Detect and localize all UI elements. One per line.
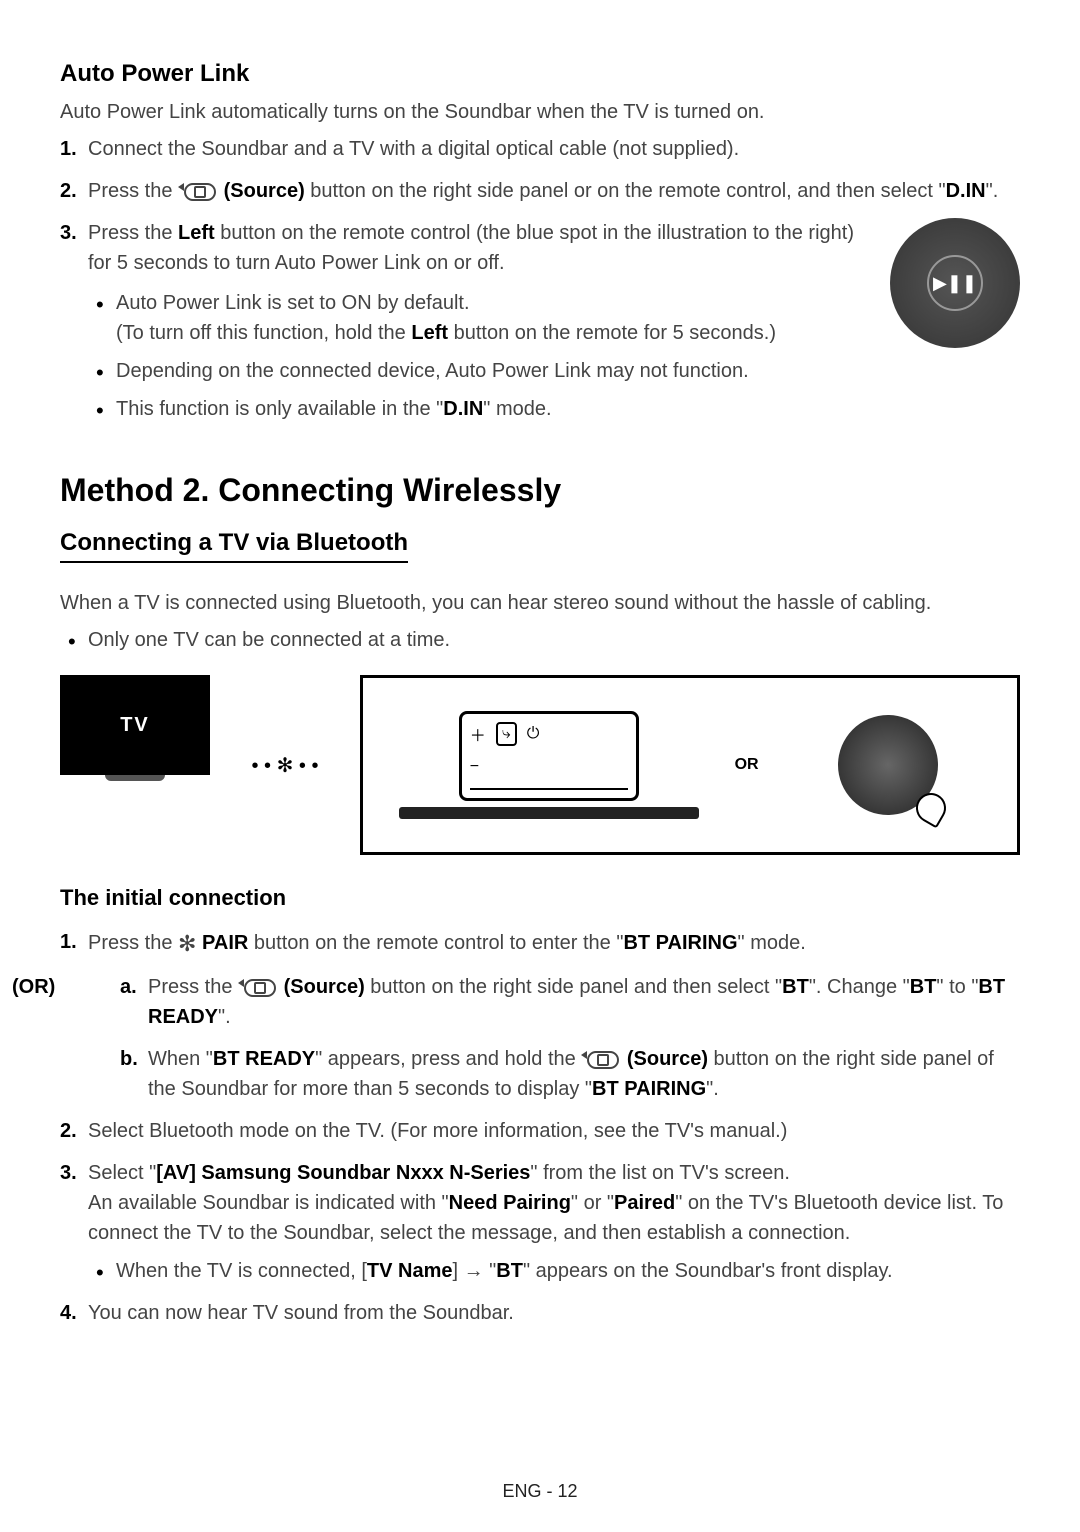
play-pause-icon: ▶❚❚ — [927, 255, 983, 311]
apl-step-2-source: (Source) — [224, 180, 305, 202]
soundbar-box: ＋ ⤷ ⏻ − OR — [360, 675, 1020, 855]
init-a-d: " to " — [936, 976, 978, 998]
init-step-1c: " mode. — [738, 932, 806, 954]
init-step-3-bc: " appears on the Soundbar's front displa… — [523, 1260, 893, 1282]
init-step-1: 1. Press the ✻ PAIR button on the remote… — [88, 927, 1020, 960]
remote-disc-illustration: ▶❚❚ — [890, 218, 1020, 348]
init-a-c: ". Change " — [809, 976, 910, 998]
soundbar-illustration: ＋ ⤷ ⏻ − — [379, 711, 719, 819]
apl-bullet-3b: " mode. — [483, 398, 551, 420]
apl-bullet-1b-a: (To turn off this function, hold the — [116, 322, 411, 344]
apl-step-3-left: Left — [178, 222, 215, 244]
init-a-e: ". — [218, 1006, 231, 1028]
bluetooth-icon: ✻ — [178, 931, 196, 956]
init-a-bt2: BT — [910, 976, 937, 998]
init-step-3d: " or " — [571, 1192, 614, 1214]
tv-illustration: TV — [60, 675, 210, 855]
init-step-3-ba: When the TV is connected, [ — [116, 1260, 367, 1282]
power-icon: ⏻ — [527, 725, 540, 743]
apl-step-2: 2. Press the (Source) button on the righ… — [88, 176, 1020, 206]
or-label: OR — [735, 756, 759, 774]
init-step-3c: An available Soundbar is indicated with … — [88, 1192, 449, 1214]
apl-step-2-c: ". — [986, 180, 999, 202]
source-small-icon: ⤷ — [496, 722, 517, 746]
apl-bullet-1b-left: Left — [411, 322, 448, 344]
init-step-3-np: Need Pairing — [449, 1192, 571, 1214]
apl-step-3: 3. Press the Left button on the remote c… — [88, 218, 1020, 432]
init-step-or: (OR) a. Press the (Source) button on the… — [88, 972, 1020, 1104]
apl-step-2-din: D.IN — [946, 180, 986, 202]
minus-icon: − — [470, 758, 479, 775]
source-icon — [178, 183, 218, 201]
init-step-3b: " from the list on TV's screen. — [530, 1162, 790, 1184]
init-step-4-text: You can now hear TV sound from the Sound… — [88, 1302, 514, 1324]
init-substep-a: a. Press the (Source) button on the righ… — [148, 972, 1020, 1032]
init-b-btr: BT READY — [213, 1048, 315, 1070]
init-step-2-text: Select Bluetooth mode on the TV. (For mo… — [88, 1120, 787, 1142]
method2-bullet: Only one TV can be connected at a time. — [88, 625, 1020, 655]
apl-bullet-2: Depending on the connected device, Auto … — [116, 356, 870, 386]
apl-step-1: 1. Connect the Soundbar and a TV with a … — [88, 134, 1020, 164]
auto-power-link-heading: Auto Power Link — [60, 60, 1020, 88]
init-a-source: (Source) — [284, 976, 365, 998]
init-b-d: ". — [706, 1078, 719, 1100]
or-lead: (OR) — [12, 972, 55, 1002]
init-b-a: When " — [148, 1048, 213, 1070]
apl-step-2-a: Press the — [88, 180, 178, 202]
init-step-3: 3. Select "[AV] Samsung Soundbar Nxxx N-… — [88, 1158, 1020, 1286]
init-step-3-bt: BT — [496, 1260, 523, 1282]
init-step-3-bullet: When the TV is connected, [TV Name] → "B… — [116, 1256, 1020, 1286]
soundbar-bar — [399, 807, 699, 819]
apl-step-3-a: Press the — [88, 222, 178, 244]
method-2-heading: Method 2. Connecting Wirelessly — [60, 472, 1020, 509]
apl-intro: Auto Power Link automatically turns on t… — [60, 98, 1020, 126]
connect-bt-heading: Connecting a TV via Bluetooth — [60, 529, 408, 563]
init-step-1-btp: BT PAIRING — [623, 932, 737, 954]
init-substep-b: b. When "BT READY" appears, press and ho… — [148, 1044, 1020, 1104]
apl-bullet-3: This function is only available in the "… — [116, 394, 870, 424]
init-b-btp: BT PAIRING — [592, 1078, 706, 1100]
source-icon — [238, 979, 278, 997]
init-step-3-tvname: TV Name — [367, 1260, 453, 1282]
init-step-3-p: Paired — [614, 1192, 675, 1214]
init-step-3-av: [AV] Samsung Soundbar Nxxx N-Series — [156, 1162, 530, 1184]
init-b-b: " appears, press and hold the — [315, 1048, 581, 1070]
apl-step-1-text: Connect the Soundbar and a TV with a dig… — [88, 138, 739, 160]
init-step-3a: Select " — [88, 1162, 156, 1184]
bluetooth-connection-icon: • • ✻ • • — [230, 675, 340, 855]
connection-diagram: TV • • ✻ • • ＋ ⤷ ⏻ − OR — [60, 675, 1020, 855]
apl-bullet-3-din: D.IN — [443, 398, 483, 420]
apl-bullet-1b-b: button on the remote for 5 seconds.) — [448, 322, 776, 344]
plus-icon: ＋ — [470, 722, 486, 746]
page-footer: ENG - 12 — [0, 1481, 1080, 1502]
init-step-1-pair: PAIR — [196, 932, 248, 954]
init-step-2: 2. Select Bluetooth mode on the TV. (For… — [88, 1116, 1020, 1146]
remote-tap-illustration — [775, 715, 1001, 815]
finger-icon — [910, 788, 951, 829]
apl-bullet-3a: This function is only available in the " — [116, 398, 443, 420]
init-step-4: 4. You can now hear TV sound from the So… — [88, 1298, 1020, 1328]
init-step-1b: button on the remote control to enter th… — [248, 932, 623, 954]
apl-step-2-b: button on the right side panel or on the… — [310, 180, 945, 202]
init-b-source: (Source) — [627, 1048, 708, 1070]
source-icon — [581, 1051, 621, 1069]
init-step-3-bb: ] → " — [452, 1260, 496, 1282]
tv-stand — [105, 775, 165, 781]
initial-connection-heading: The initial connection — [60, 885, 1020, 911]
init-a-bt: BT — [782, 976, 809, 998]
init-a-a: Press the — [148, 976, 238, 998]
tv-screen-label: TV — [60, 675, 210, 775]
apl-bullet-1: Auto Power Link is set to ON by default.… — [116, 288, 870, 348]
apl-bullet-1a: Auto Power Link is set to ON by default. — [116, 292, 470, 314]
init-a-b: button on the right side panel and then … — [365, 976, 782, 998]
init-step-1a: Press the — [88, 932, 178, 954]
method2-intro: When a TV is connected using Bluetooth, … — [60, 589, 1020, 617]
